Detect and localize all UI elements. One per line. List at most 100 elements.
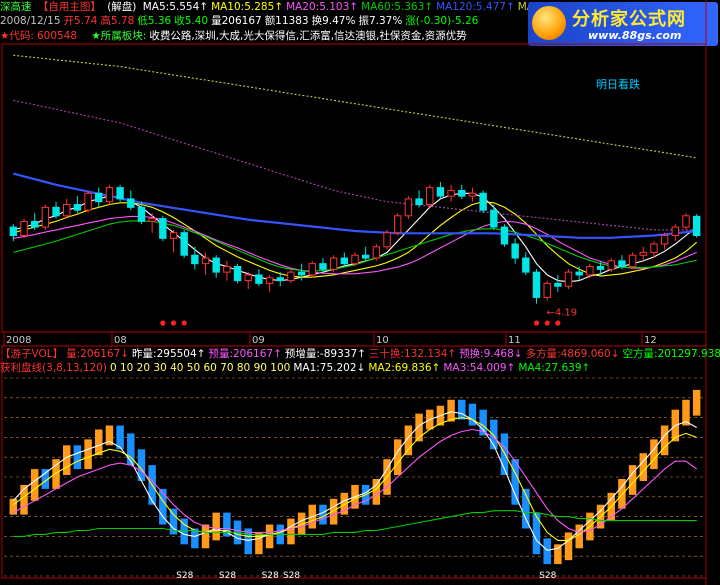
candle-body: [233, 265, 242, 282]
profit-bar: [95, 429, 103, 456]
candle-body: [212, 257, 220, 273]
candle-body: [564, 271, 573, 287]
x-label: 08: [114, 335, 127, 346]
candle-body: [575, 271, 583, 276]
candle-body: [532, 271, 541, 298]
profit-bar: [287, 518, 295, 545]
indicator-panel-frame: [1, 345, 707, 579]
candle-body: [169, 232, 178, 239]
ma-line-ma500: [13, 99, 697, 231]
signal-label: S28: [219, 571, 236, 581]
candle-body: [415, 198, 423, 206]
candle-body: [297, 271, 306, 276]
volume-stat: 预换:9.468↓: [459, 348, 523, 360]
candle-body: [137, 206, 146, 222]
candle-body: [84, 192, 92, 211]
candle-body: [660, 235, 669, 245]
volume-stat: 预量:206167↑: [208, 348, 282, 360]
candle-body: [618, 260, 626, 267]
signal-dot: [555, 320, 561, 326]
candle-body: [458, 189, 466, 197]
x-label: 11: [508, 335, 521, 346]
candle-body: [180, 232, 188, 256]
ma-line-ma250: [13, 54, 697, 159]
candle-body: [511, 243, 519, 259]
candle-body: [586, 265, 594, 276]
profit-bar: [639, 453, 648, 481]
candle-body: [116, 187, 124, 200]
volume-stat: 昨量:295504↑: [132, 348, 206, 360]
signal-label: S28: [283, 571, 300, 581]
indicator-stat: MA4:27.639↑: [518, 362, 591, 374]
signal-dot: [160, 320, 166, 326]
candle-body: [20, 220, 28, 237]
candle-body: [394, 215, 402, 234]
volume-stat: 三十换:132.134↑: [368, 348, 457, 360]
low-price-label: ←4.19: [547, 308, 578, 319]
candle-body: [351, 254, 359, 265]
profit-bar: [532, 512, 541, 555]
candle-body: [596, 265, 605, 270]
signal-label: S28: [176, 571, 193, 581]
candle-body: [276, 277, 284, 282]
profit-bar: [30, 469, 39, 501]
signal-dot: [533, 320, 540, 326]
volume-stat: 多方量:4869.060↓: [525, 348, 620, 360]
stock-chart[interactable]: 明日看跌 ←4.19 2008 08 09 10 11 12 S28 S28 S28 S28 S28: [0, 0, 720, 585]
candle-body: [692, 215, 701, 237]
candle-body: [682, 215, 690, 228]
indicator-stat: 获利盘线(3,8,13,120): [0, 362, 107, 374]
x-label: 12: [644, 335, 657, 346]
candle-body: [500, 226, 509, 245]
candle-body: [372, 246, 381, 259]
candle-body: [52, 206, 60, 217]
x-label: 09: [252, 335, 265, 346]
candle-body: [639, 251, 647, 256]
indicator-line-ma1: [12, 411, 697, 551]
candle-body: [95, 192, 103, 203]
candle-body: [361, 254, 370, 259]
profit-bar: [458, 399, 466, 420]
volume-stat: 量:206167↓: [66, 348, 130, 360]
x-label: 2008: [6, 335, 31, 346]
candle-body: [628, 254, 637, 267]
candle-body: [447, 189, 455, 197]
indicator-stat: MA2:69.836↑: [368, 362, 441, 374]
profit-bar: [543, 538, 551, 565]
candle-body: [479, 192, 487, 211]
profit-bar: [650, 439, 658, 470]
candle-body: [522, 257, 530, 273]
candle-body: [404, 198, 413, 217]
profit-bar: [265, 524, 274, 549]
candle-body: [490, 209, 498, 228]
volume-stat: 预增量:-89337↑: [284, 348, 366, 360]
profit-bar: [447, 399, 455, 422]
indicator-header: 获利盘线(3,8,13,120) 0 10 20 30 40 50 60 70 8…: [0, 362, 593, 375]
candle-body: [436, 187, 445, 197]
candle-body: [191, 254, 199, 265]
candle-body: [41, 206, 50, 228]
profit-bar: [73, 445, 82, 470]
indicator-stat: 0 10 20 30 40 50 60 70 80 90 100: [109, 362, 291, 374]
profit-bar: [62, 445, 71, 476]
x-label: 10: [376, 335, 389, 346]
profit-bar: [692, 389, 701, 416]
candle-body: [340, 257, 349, 265]
profit-bar: [564, 532, 573, 561]
signal-label: S28: [262, 571, 279, 581]
candle-body: [63, 204, 71, 217]
volume-header: 【游子VOL】 量:206167↓ 昨量:295504↑ 预量:206167↑ 预增量:…: [0, 348, 720, 361]
candle-body: [607, 260, 615, 270]
profit-bar: [201, 524, 210, 549]
indicator-stat: MA3:54.009↑: [443, 362, 516, 374]
candle-body: [554, 282, 562, 287]
volume-stat: 【游子VOL】: [0, 348, 64, 360]
signal-dot: [170, 320, 177, 326]
candle-body: [383, 232, 391, 248]
candle-body: [244, 274, 252, 282]
indicator-stat: MA1:75.202↓: [293, 362, 366, 374]
profit-bar: [212, 512, 220, 541]
ma-line-ma120: [13, 172, 697, 239]
candle-body: [105, 187, 114, 203]
candle-body: [329, 257, 338, 270]
